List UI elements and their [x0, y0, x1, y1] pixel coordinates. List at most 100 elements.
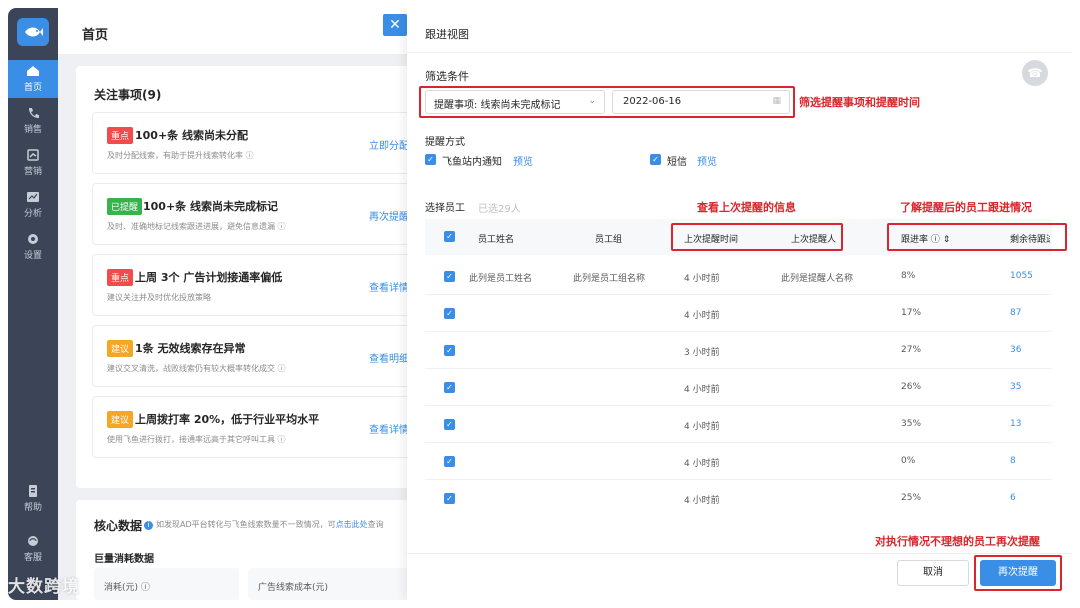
- todo-headline: 1条 无效线索存在异常: [135, 342, 246, 355]
- last-remind-time: 4 小时前: [684, 459, 720, 469]
- sidebar-item-label: 销售: [23, 125, 42, 135]
- consumption-title: 巨量消耗数据: [94, 554, 154, 565]
- remind-again-link[interactable]: 再次提醒: [369, 208, 409, 223]
- settings-icon: [28, 234, 38, 244]
- todo-item: 重点 上周 3个 广告计划接通率偏低 建议关注并及时优化投放策略 查看详情: [92, 254, 422, 316]
- todo-headline: 上周拨打率 20%，低于行业平均水平: [135, 413, 320, 426]
- table-row[interactable]: ✓ 4 小时前 0% 8: [425, 443, 1052, 480]
- table-row[interactable]: ✓ 4 小时前 25% 6: [425, 480, 1052, 517]
- remaining-count[interactable]: 36: [1010, 345, 1021, 355]
- follow-rate: 0%: [901, 456, 916, 466]
- sidebar-item-help[interactable]: 帮助: [8, 480, 58, 518]
- staff-name: 此列是员工姓名: [469, 274, 533, 284]
- table-row[interactable]: ✓ 3 小时前 27% 36: [425, 332, 1052, 369]
- todo-description: 使用飞鱼进行拨打，接通率远高于其它呼叫工具 ⓘ: [107, 435, 286, 444]
- preview-link[interactable]: 预览: [697, 153, 717, 168]
- fish-logo[interactable]: [17, 18, 49, 46]
- metric-card: 广告线索成本(元): [248, 568, 413, 600]
- question-icon: ⓘ: [245, 151, 254, 160]
- row-checkbox[interactable]: ✓: [444, 308, 455, 319]
- select-staff-label: 选择员工: [425, 203, 465, 214]
- filter-label: 筛选条件: [425, 70, 469, 83]
- divider: [407, 52, 1072, 53]
- follow-rate: 25%: [901, 493, 922, 503]
- page-header: [58, 8, 418, 54]
- table-row[interactable]: ✓ 4 小时前 17% 87: [425, 295, 1052, 332]
- info-icon: i: [144, 521, 153, 530]
- todo-description: 建议交叉清洗，战败线索仍有较大概率转化成交 ⓘ: [107, 364, 286, 373]
- checkbox-checked[interactable]: ✓: [425, 154, 436, 165]
- selected-count: 已选29人: [478, 204, 521, 215]
- view-details-link[interactable]: 查看详情: [369, 279, 409, 294]
- table-row[interactable]: ✓ 4 小时前 26% 35: [425, 369, 1052, 406]
- remaining-count[interactable]: 35: [1010, 382, 1021, 392]
- row-checkbox[interactable]: ✓: [444, 456, 455, 467]
- table-row[interactable]: ✓ 此列是员工姓名 此列是员工组名称 4 小时前 此列是提醒人名称 8% 105…: [425, 258, 1052, 295]
- sidebar: 首页 销售 营销 分析 设置 帮助 客服: [8, 8, 58, 600]
- phone-icon[interactable]: ☎: [1022, 60, 1048, 86]
- close-drawer-button[interactable]: ✕: [383, 14, 407, 36]
- follow-rate: 26%: [901, 382, 922, 392]
- remaining-count[interactable]: 87: [1010, 308, 1021, 318]
- view-details-link[interactable]: 查看详情: [369, 421, 409, 436]
- click-here-link[interactable]: 点击此处: [336, 520, 368, 529]
- row-checkbox[interactable]: ✓: [444, 493, 455, 504]
- divider: [407, 553, 1072, 554]
- sidebar-item-service[interactable]: 客服: [8, 530, 58, 568]
- suggestion-badge: 建议: [107, 340, 134, 357]
- column-header: 员工姓名: [478, 235, 515, 245]
- row-checkbox[interactable]: ✓: [444, 382, 455, 393]
- app-window: 首页 销售 营销 分析 设置 帮助 客服 首页 关注事项(9) 重点 100+条…: [8, 8, 1072, 600]
- follow-rate: 17%: [901, 308, 922, 318]
- cancel-button[interactable]: 取消: [897, 560, 969, 586]
- sms-label: 短信: [667, 157, 687, 168]
- priority-badge: 重点: [107, 269, 134, 286]
- page-title: 首页: [82, 28, 109, 43]
- checkbox-checked[interactable]: ✓: [650, 154, 661, 165]
- focus-title: 关注事项(9): [94, 88, 162, 102]
- preview-link[interactable]: 预览: [513, 153, 533, 168]
- assign-now-link[interactable]: 立即分配: [369, 137, 409, 152]
- todo-description: 及时分配线索，有助于提升线索转化率 ⓘ: [107, 151, 254, 160]
- sidebar-item-settings[interactable]: 设置: [8, 228, 58, 266]
- todo-description: 及时、准确地标记线索跟进进展，避免信息遗漏 ⓘ: [107, 222, 286, 231]
- core-data-card: 核心数据 i 如发现AD平台转化与飞鱼线索数量不一致情况，可点击此处查询 巨量消耗…: [76, 500, 421, 600]
- last-remind-time: 4 小时前: [684, 496, 720, 506]
- watermark: 大数跨境: [8, 577, 80, 597]
- annotation-box: [974, 555, 1062, 591]
- sidebar-item-label: 首页: [23, 83, 42, 93]
- suggestion-badge: 建议: [107, 411, 134, 428]
- annotation-box: [419, 86, 795, 118]
- sidebar-item-analysis[interactable]: 分析: [8, 186, 58, 224]
- in-app-notice-label: 飞鱼站内通知: [442, 157, 502, 168]
- annotation-text: 了解提醒后的员工跟进情况: [900, 201, 1032, 214]
- todo-item: 建议 上周拨打率 20%，低于行业平均水平 使用飞鱼进行拨打，接通率远高于其它呼…: [92, 396, 422, 458]
- last-reminder: 此列是提醒人名称: [781, 274, 854, 284]
- remind-method-label: 提醒方式: [425, 137, 465, 148]
- question-icon: ⓘ: [277, 435, 286, 444]
- marketing-icon: [27, 149, 39, 161]
- todo-headline: 100+条 线索尚未完成标记: [143, 200, 279, 213]
- table-row[interactable]: ✓ 4 小时前 35% 13: [425, 406, 1052, 443]
- view-list-link[interactable]: 查看明细: [369, 350, 409, 365]
- remaining-count[interactable]: 6: [1010, 493, 1016, 503]
- sidebar-item-label: 营销: [23, 167, 42, 177]
- last-remind-time: 4 小时前: [684, 385, 720, 395]
- select-all-checkbox[interactable]: ✓: [444, 231, 455, 242]
- remaining-count[interactable]: 8: [1010, 456, 1016, 466]
- remaining-count[interactable]: 1055: [1010, 271, 1033, 281]
- sidebar-item-home[interactable]: 首页: [8, 60, 58, 98]
- last-remind-time: 4 小时前: [684, 422, 720, 432]
- sidebar-item-sales[interactable]: 销售: [8, 102, 58, 140]
- core-data-title: 核心数据: [94, 519, 143, 533]
- row-checkbox[interactable]: ✓: [444, 419, 455, 430]
- question-icon: ⓘ: [277, 364, 286, 373]
- chart-icon: [27, 192, 39, 202]
- sidebar-item-marketing[interactable]: 营销: [8, 144, 58, 182]
- metric-card: 消耗(元) ⓘ: [94, 568, 239, 600]
- row-checkbox[interactable]: ✓: [444, 345, 455, 356]
- remaining-count[interactable]: 13: [1010, 419, 1021, 429]
- todo-item: 重点 100+条 线索尚未分配 及时分配线索，有助于提升线索转化率 ⓘ 立即分配: [92, 112, 422, 174]
- sidebar-item-label: 设置: [23, 251, 42, 261]
- row-checkbox[interactable]: ✓: [444, 271, 455, 282]
